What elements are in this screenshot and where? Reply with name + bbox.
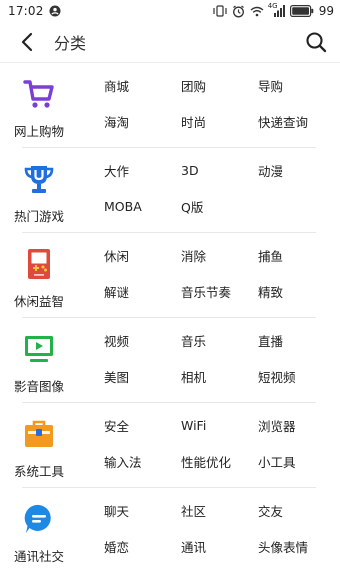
category-name: 休闲益智 — [13, 294, 64, 309]
trophy-icon — [22, 162, 56, 196]
subcategory-item[interactable]: 音乐节奏 — [181, 282, 258, 301]
subcategory-item[interactable]: 相机 — [181, 367, 258, 386]
subcategory-item[interactable]: 视频 — [104, 331, 181, 350]
notification-icon — [49, 5, 61, 17]
category-section-system-tools: 系统工具 安全 WiFi 浏览器 输入法 性能优化 小工具 — [0, 403, 340, 488]
subcategory-item[interactable]: 快递查询 — [258, 112, 335, 131]
search-button[interactable] — [304, 30, 328, 54]
subcategory-item[interactable]: 导购 — [258, 76, 335, 95]
back-arrow-icon — [21, 32, 33, 52]
battery-level: 99 — [318, 4, 334, 18]
subcategory-item[interactable]: 精致 — [258, 282, 335, 301]
status-bar: 17:02 4G 99 — [0, 0, 340, 22]
chat-bubble-icon — [22, 502, 56, 536]
subcategory-item[interactable]: 浏览器 — [258, 416, 335, 435]
status-time: 17:02 — [8, 4, 44, 18]
alarm-icon — [232, 5, 245, 18]
subcategory-item[interactable]: 输入法 — [104, 452, 181, 471]
network-type-label: 4G — [267, 2, 278, 10]
subcategory-item[interactable]: 通讯 — [181, 537, 258, 556]
category-header-casual-puzzle[interactable]: 休闲益智 — [0, 233, 78, 318]
category-name: 系统工具 — [13, 464, 64, 479]
subcategory-item[interactable]: 音乐 — [181, 331, 258, 350]
subcategory-item[interactable]: 3D — [181, 163, 258, 178]
subcategory-grid: 聊天 社区 交友 婚恋 通讯 头像表情 — [78, 488, 340, 573]
subcategory-item[interactable]: WiFi — [181, 418, 258, 433]
subcategory-item[interactable]: 性能优化 — [181, 452, 258, 471]
top-bar: 分类 — [0, 22, 340, 63]
top-bar-left: 分类 — [16, 30, 86, 54]
category-name: 网上购物 — [13, 124, 64, 139]
category-header-media[interactable]: 影音图像 — [0, 318, 78, 403]
subcategory-item[interactable]: 动漫 — [258, 161, 335, 180]
subcategory-grid: 商城 团购 导购 海淘 时尚 快递查询 — [78, 63, 340, 148]
category-name: 热门游戏 — [13, 209, 64, 224]
subcategory-item[interactable]: 大作 — [104, 161, 181, 180]
subcategory-item[interactable]: 时尚 — [181, 112, 258, 131]
category-section-media: 影音图像 视频 音乐 直播 美图 相机 短视频 — [0, 318, 340, 403]
category-header-shopping[interactable]: 网上购物 — [0, 63, 78, 148]
subcategory-grid: 视频 音乐 直播 美图 相机 短视频 — [78, 318, 340, 403]
subcategory-item[interactable]: 直播 — [258, 331, 335, 350]
wifi-icon — [250, 6, 264, 17]
category-section-hot-games: 热门游戏 大作 3D 动漫 MOBA Q版 — [0, 148, 340, 233]
category-header-hot-games[interactable]: 热门游戏 — [0, 148, 78, 233]
subcategory-item[interactable]: 商城 — [104, 76, 181, 95]
category-header-social[interactable]: 通讯社交 — [0, 488, 78, 573]
status-bar-right: 4G 99 — [213, 2, 334, 18]
subcategory-item[interactable]: 团购 — [181, 76, 258, 95]
subcategory-item[interactable]: 安全 — [104, 416, 181, 435]
vibrate-icon — [213, 5, 227, 17]
subcategory-item[interactable]: 美图 — [104, 367, 181, 386]
category-section-casual-puzzle: 休闲益智 休闲 消除 捕鱼 解谜 音乐节奏 精致 — [0, 233, 340, 318]
category-list: 网上购物 商城 团购 导购 海淘 时尚 快递查询 热门游戏 大作 3D 动漫 M… — [0, 63, 340, 573]
status-bar-left: 17:02 — [8, 4, 61, 18]
toolbox-icon — [22, 417, 56, 451]
shopping-cart-icon — [22, 77, 56, 111]
subcategory-item[interactable]: 聊天 — [104, 501, 181, 520]
subcategory-item[interactable]: 交友 — [258, 501, 335, 520]
subcategory-item[interactable]: 捕鱼 — [258, 246, 335, 265]
subcategory-item[interactable]: 社区 — [181, 501, 258, 520]
category-section-social: 通讯社交 聊天 社区 交友 婚恋 通讯 头像表情 — [0, 488, 340, 573]
subcategory-item[interactable]: 短视频 — [258, 367, 335, 386]
subcategory-item[interactable]: 解谜 — [104, 282, 181, 301]
category-name: 通讯社交 — [13, 549, 64, 564]
category-section-shopping: 网上购物 商城 团购 导购 海淘 时尚 快递查询 — [0, 63, 340, 148]
game-console-icon — [22, 247, 56, 281]
subcategory-item[interactable]: 休闲 — [104, 246, 181, 265]
category-name: 影音图像 — [13, 379, 64, 394]
subcategory-item[interactable]: 海淘 — [104, 112, 181, 131]
subcategory-item[interactable]: 头像表情 — [258, 537, 335, 556]
subcategory-item[interactable]: MOBA — [104, 199, 181, 214]
monitor-play-icon — [22, 332, 56, 366]
subcategory-item[interactable]: 消除 — [181, 246, 258, 265]
subcategory-item[interactable]: 小工具 — [258, 452, 335, 471]
subcategory-grid: 休闲 消除 捕鱼 解谜 音乐节奏 精致 — [78, 233, 340, 318]
category-header-system-tools[interactable]: 系统工具 — [0, 403, 78, 488]
subcategory-grid: 安全 WiFi 浏览器 输入法 性能优化 小工具 — [78, 403, 340, 488]
page-title: 分类 — [54, 34, 87, 53]
signal-icon: 4G — [267, 2, 285, 17]
battery-icon — [289, 5, 314, 17]
search-icon — [306, 32, 327, 53]
subcategory-grid: 大作 3D 动漫 MOBA Q版 — [78, 148, 340, 233]
back-button[interactable] — [16, 31, 38, 53]
subcategory-item[interactable]: 婚恋 — [104, 537, 181, 556]
subcategory-item[interactable]: Q版 — [181, 197, 258, 216]
